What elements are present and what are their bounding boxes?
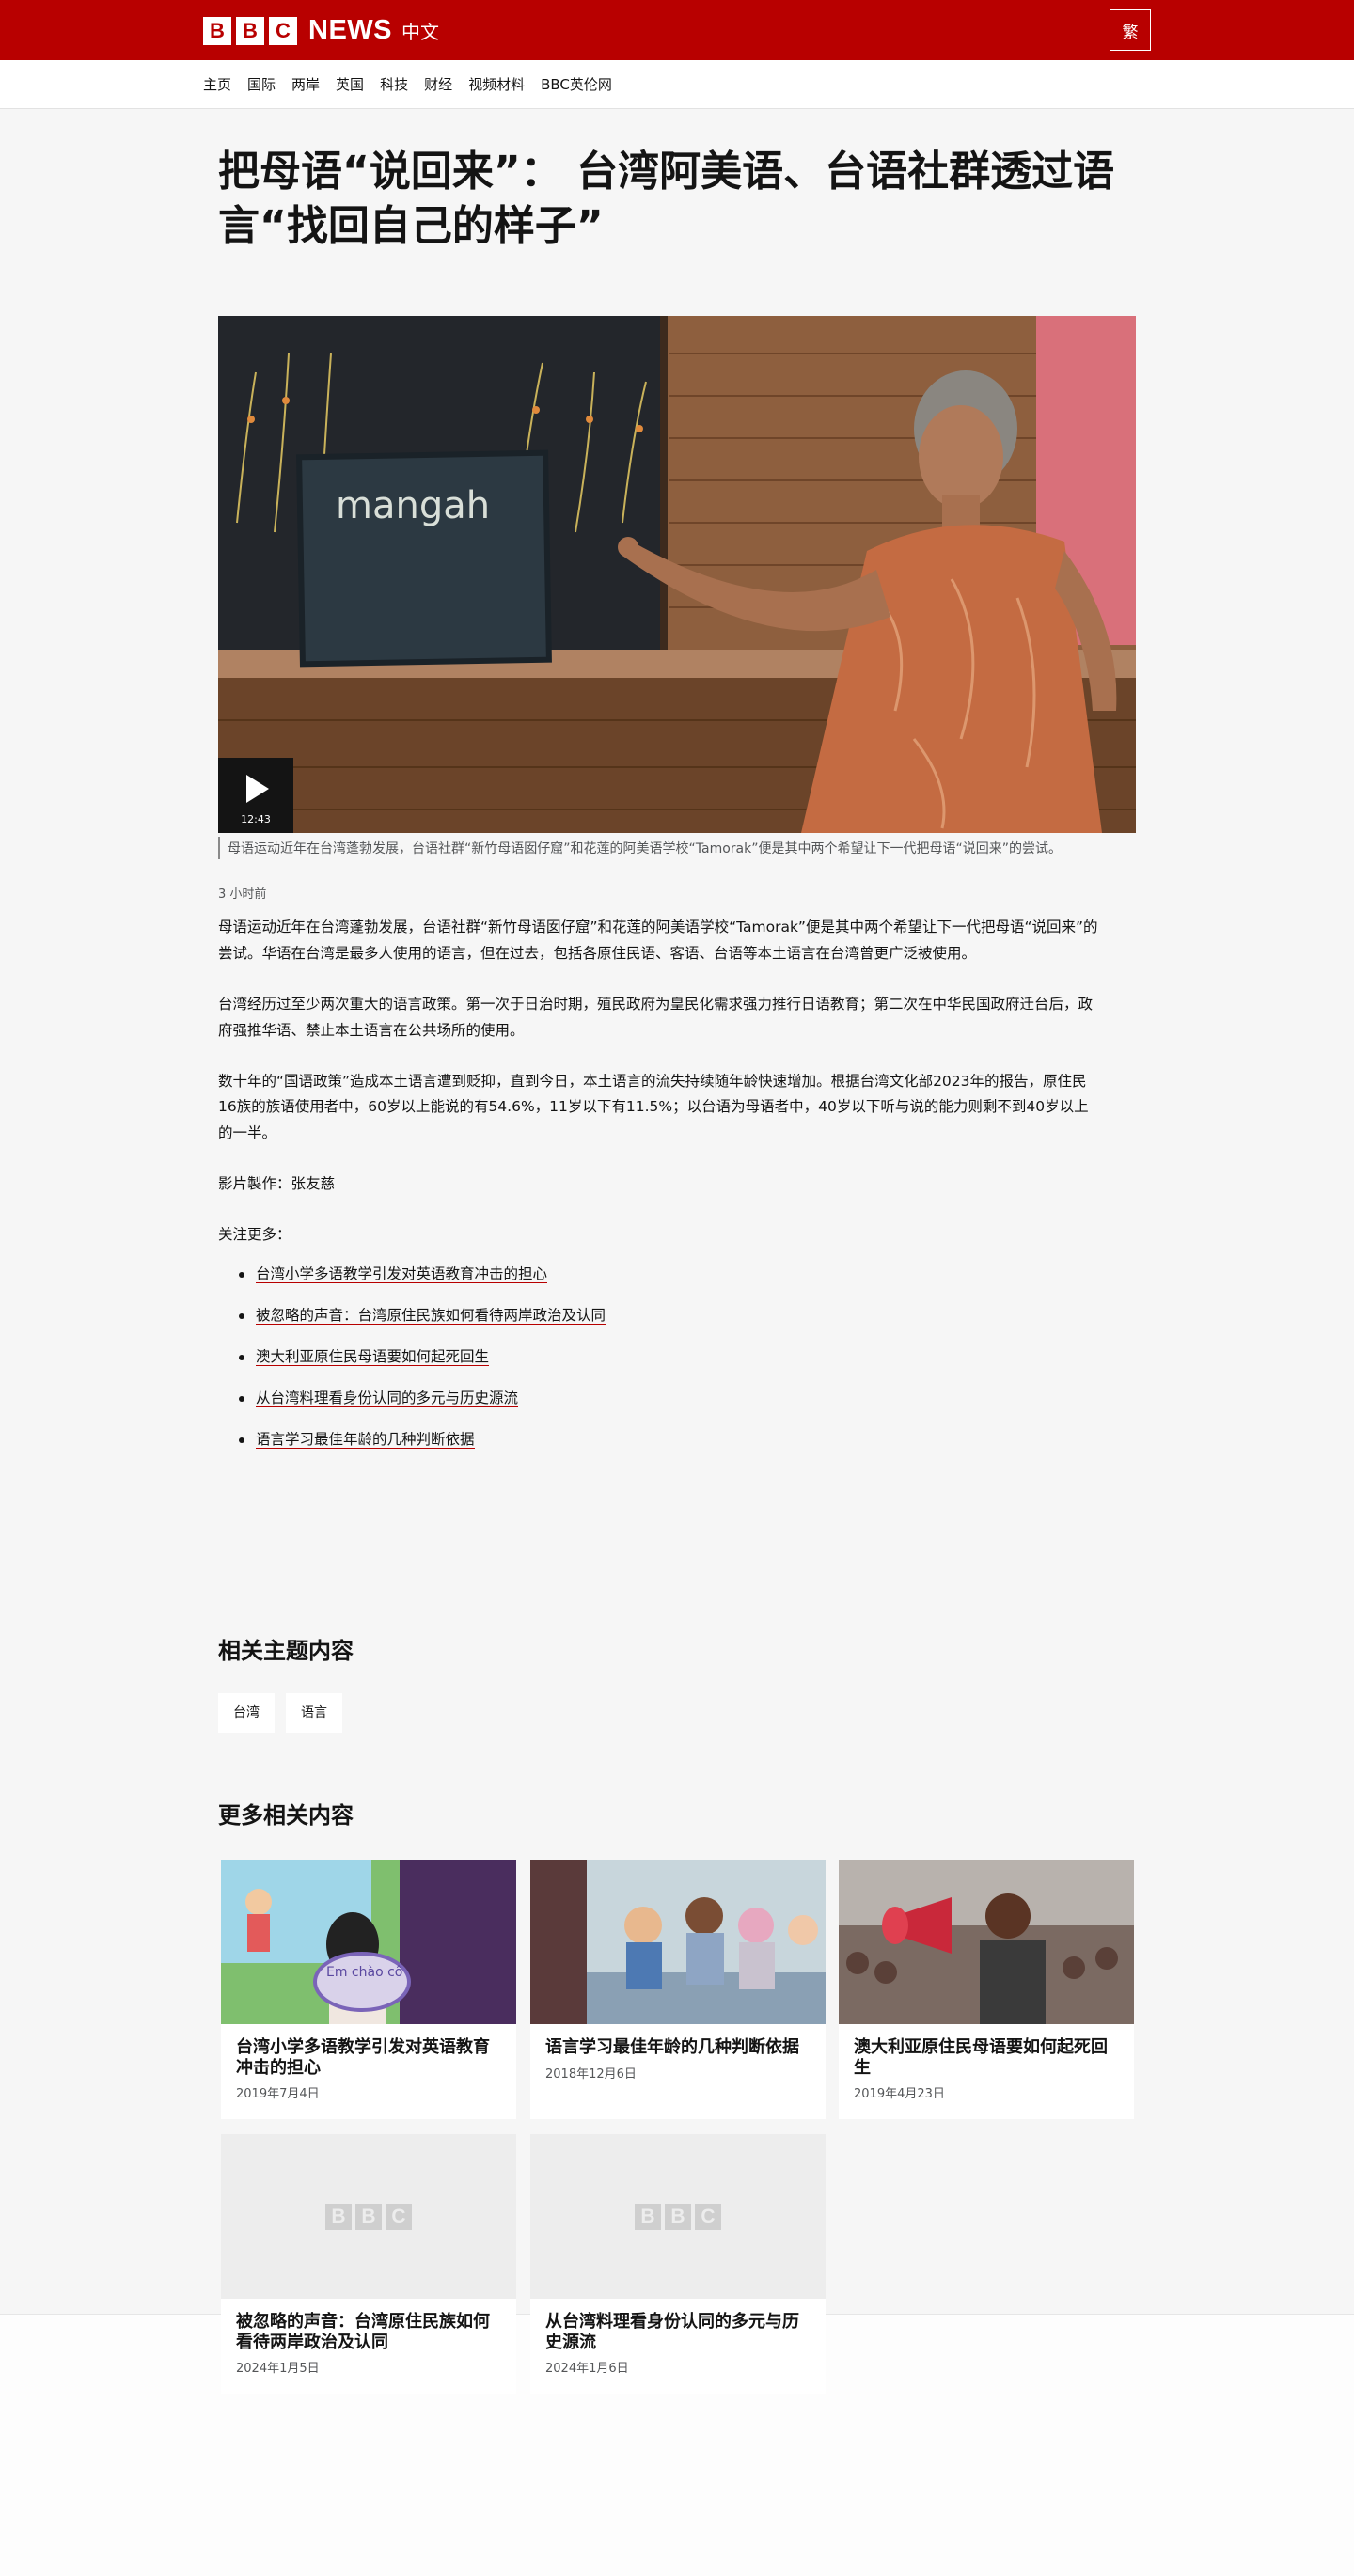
nav-item-technology[interactable]: 科技 (380, 74, 408, 94)
chalkboard-text: mangah (336, 484, 490, 527)
article-paragraph: 台湾经历过至少两次重大的语言政策。第一次于日治时期，殖民政府为皇民化需求强力推行… (218, 995, 1094, 1039)
card-image (530, 1860, 826, 2024)
article-body: 母语运动近年在台湾蓬勃发展，台语社群“新竹母语囡仔窟”和花莲的阿美语学校“Tam… (218, 915, 1102, 1468)
card-image (839, 1860, 1134, 2024)
card-body: 台湾小学多语教学引发对英语教育冲击的担心 2019年7月4日 (221, 2024, 516, 2114)
bbc-block: C (269, 16, 297, 45)
article-paragraph: 母语运动近年在台湾蓬勃发展，台语社群“新竹母语囡仔窟”和花莲的阿美语学校“Tam… (218, 919, 1098, 962)
related-card[interactable]: 澳大利亚原住民母语要如何起死回生 2019年4月23日 (839, 1860, 1134, 2119)
card-body: 被忽略的声音：台湾原住民族如何看待两岸政治及认同 2024年1月5日 (221, 2299, 516, 2389)
bbc-news-logo[interactable]: B B C NEWS 中文 (203, 15, 439, 46)
nav-item-finance[interactable]: 财经 (424, 74, 452, 94)
related-link[interactable]: 语言学习最佳年龄的几种判断依据 (256, 1430, 475, 1449)
play-icon (246, 775, 269, 803)
play-button[interactable]: 12:43 (218, 758, 293, 833)
nav-item-home[interactable]: 主页 (203, 74, 231, 94)
card-date: 2018年12月6日 (545, 2066, 637, 2081)
topic-tag-language[interactable]: 语言 (286, 1693, 342, 1733)
card-body: 澳大利亚原住民母语要如何起死回生 2019年4月23日 (839, 2024, 1134, 2114)
nav-item-bbc-uk-china[interactable]: BBC英伦网 (541, 74, 612, 94)
bbc-block: B (665, 2203, 691, 2230)
bbc-block: C (695, 2203, 721, 2230)
card-body: 语言学习最佳年龄的几种判断依据 2018年12月6日 (530, 2024, 826, 2095)
card-title: 被忽略的声音：台湾原住民族如何看待两岸政治及认同 (236, 2312, 490, 2352)
brand-news: NEWS (308, 15, 392, 45)
card-body: 从台湾料理看身份认同的多元与历史源流 2024年1月6日 (530, 2299, 826, 2389)
card-image: Em chào cô (221, 1860, 516, 2024)
article-main: 把母语“说回来”： 台湾阿美语、台语社群透过语言“找回自己的样子” mangah… (0, 109, 1354, 2394)
follow-more-label: 关注更多： (218, 1226, 291, 1244)
bbc-block: B (635, 2203, 661, 2230)
bbc-block: B (203, 16, 231, 45)
list-item: 台湾小学多语教学引发对英语教育冲击的担心 (218, 1262, 1102, 1288)
related-card[interactable]: Em chào cô 台湾小学多语教学引发对英语教育冲击的担心 2019年7月4… (221, 1860, 516, 2119)
nav-item-cross-strait[interactable]: 两岸 (291, 74, 320, 94)
card-photo-sign: Em chào cô (326, 1965, 402, 1980)
article-paragraph: 数十年的“国语政策”造成本土语言遭到贬抑，直到今日，本土语言的流失持续随年龄快速… (218, 1072, 1089, 1142)
video-duration: 12:43 (241, 813, 271, 825)
card-photo (530, 1860, 826, 2024)
related-card[interactable]: 语言学习最佳年龄的几种判断依据 2018年12月6日 (530, 1860, 826, 2119)
card-date: 2024年1月5日 (236, 2362, 320, 2377)
bbc-block: B (325, 2203, 352, 2230)
article-headline: 把母语“说回来”： 台湾阿美语、台语社群透过语言“找回自己的样子” (218, 148, 1115, 251)
bbc-block: B (236, 16, 264, 45)
bbc-placeholder-logo: B B C (325, 2203, 412, 2230)
video-player[interactable]: mangah 12:43 (218, 316, 1136, 833)
nav-item-international[interactable]: 国际 (247, 74, 276, 94)
card-date: 2019年4月23日 (854, 2087, 945, 2102)
list-item: 澳大利亚原住民母语要如何起死回生 (218, 1344, 1102, 1371)
topic-tags: 台湾 语言 (218, 1693, 1136, 1733)
card-title: 台湾小学多语教学引发对英语教育冲击的担心 (236, 2037, 490, 2078)
bbc-block: B (355, 2203, 382, 2230)
related-topics-title: 相关主题内容 (218, 1638, 354, 1664)
bbc-block: C (386, 2203, 412, 2230)
card-title: 澳大利亚原住民母语要如何起死回生 (854, 2037, 1108, 2078)
brand-language: 中文 (401, 21, 439, 43)
card-image-placeholder: B B C (221, 2134, 516, 2299)
video-thumbnail: mangah (218, 316, 1136, 833)
list-item: 从台湾料理看身份认同的多元与历史源流 (218, 1386, 1102, 1412)
related-link[interactable]: 澳大利亚原住民母语要如何起死回生 (256, 1347, 490, 1366)
card-title: 语言学习最佳年龄的几种判断依据 (545, 2037, 799, 2057)
bbc-placeholder-logo: B B C (635, 2203, 721, 2230)
nav-item-uk[interactable]: 英国 (336, 74, 364, 94)
related-cards-grid: Em chào cô 台湾小学多语教学引发对英语教育冲击的担心 2019年7月4… (218, 1860, 1140, 2395)
related-link[interactable]: 从台湾料理看身份认同的多元与历史源流 (256, 1389, 519, 1407)
topic-tag-taiwan[interactable]: 台湾 (218, 1693, 275, 1733)
card-photo (839, 1860, 1134, 2024)
main-nav: 主页 国际 两岸 英国 科技 财经 视频材料 BBC英伦网 (0, 60, 1354, 109)
related-card[interactable]: B B C 被忽略的声音：台湾原住民族如何看待两岸政治及认同 2024年1月5日 (221, 2134, 516, 2394)
nav-item-video[interactable]: 视频材料 (468, 74, 525, 94)
article-timestamp: 3 小时前 (218, 887, 267, 902)
media-caption: 母语运动近年在台湾蓬勃发展，台语社群“新竹母语囡仔窟”和花莲的阿美语学校“Tam… (218, 837, 1136, 859)
list-item: 语言学习最佳年龄的几种判断依据 (218, 1427, 1102, 1453)
card-image-placeholder: B B C (530, 2134, 826, 2299)
card-title: 从台湾料理看身份认同的多元与历史源流 (545, 2312, 799, 2352)
related-link[interactable]: 被忽略的声音：台湾原住民族如何看待两岸政治及认同 (256, 1306, 606, 1325)
card-photo: Em chào cô (221, 1860, 516, 2024)
related-links-list: 台湾小学多语教学引发对英语教育冲击的担心 被忽略的声音：台湾原住民族如何看待两岸… (218, 1262, 1102, 1453)
video-credit: 影片製作：张友慈 (218, 1175, 336, 1193)
list-item: 被忽略的声音：台湾原住民族如何看待两岸政治及认同 (218, 1303, 1102, 1329)
traditional-chinese-toggle[interactable]: 繁 (1110, 9, 1151, 51)
bbc-blocks: B B C (203, 16, 297, 45)
related-card[interactable]: B B C 从台湾料理看身份认同的多元与历史源流 2024年1月6日 (530, 2134, 826, 2394)
related-link[interactable]: 台湾小学多语教学引发对英语教育冲击的担心 (256, 1265, 548, 1284)
more-related-title: 更多相关内容 (218, 1802, 354, 1829)
card-date: 2019年7月4日 (236, 2087, 320, 2102)
top-bar: B B C NEWS 中文 繁 (0, 0, 1354, 60)
card-date: 2024年1月6日 (545, 2362, 629, 2377)
